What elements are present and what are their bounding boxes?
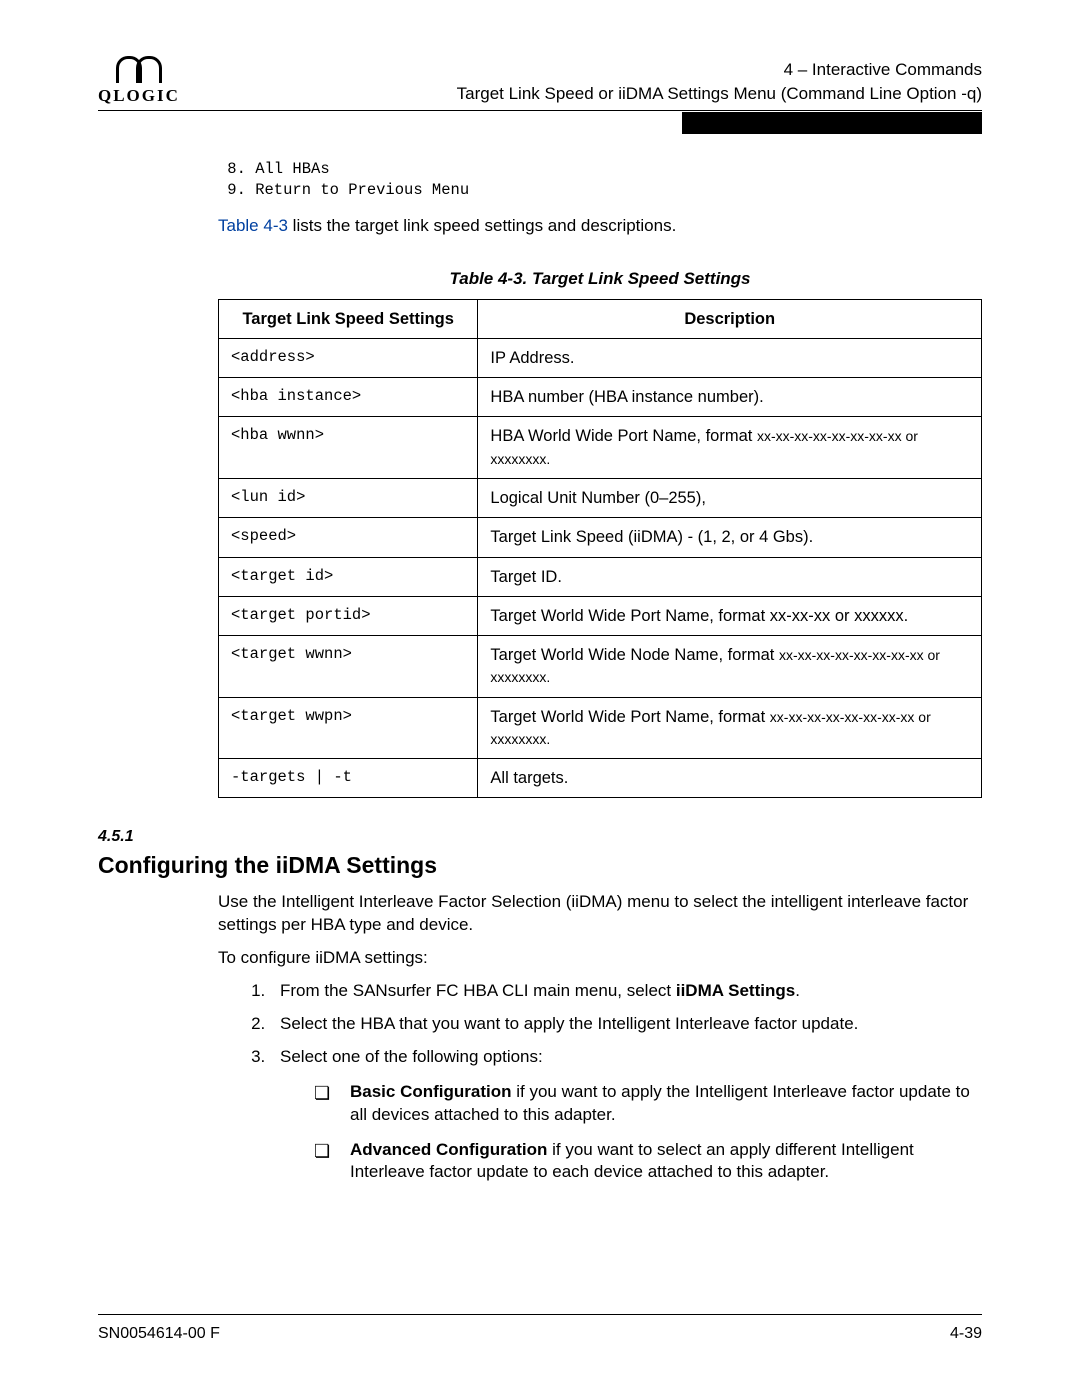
option-advanced: Advanced Configuration if you want to se… (314, 1139, 982, 1185)
table-title: Table 4-3. Target Link Speed Settings (218, 268, 982, 291)
page-header: QLOGIC 4 – Interactive Commands Target L… (98, 58, 982, 111)
section-para-2: To configure iiDMA settings: (218, 947, 982, 970)
qlogic-logo: QLOGIC (98, 56, 180, 108)
setting-cell: <lun id> (219, 478, 478, 517)
header-right: 4 – Interactive Commands Target Link Spe… (457, 58, 982, 106)
footer-left: SN0054614-00 F (98, 1323, 220, 1345)
table-row: <target id>Target ID. (219, 557, 982, 596)
description-cell: All targets. (478, 759, 982, 798)
options-list: Basic Configuration if you want to apply… (280, 1081, 982, 1185)
section-para-1: Use the Intelligent Interleave Factor Se… (218, 891, 982, 937)
setting-cell: <target wwpn> (219, 697, 478, 759)
logo-text: QLOGIC (98, 85, 180, 108)
table-row: <address>IP Address. (219, 338, 982, 377)
section-title: Configuring the iiDMA Settings (98, 850, 982, 881)
description-cell: Target Link Speed (iiDMA) - (1, 2, or 4 … (478, 518, 982, 557)
setting-cell: -targets | -t (219, 759, 478, 798)
steps-list: From the SANsurfer FC HBA CLI main menu,… (218, 980, 982, 1185)
description-cell: Logical Unit Number (0–255), (478, 478, 982, 517)
description-cell: IP Address. (478, 338, 982, 377)
table-header-settings: Target Link Speed Settings (219, 299, 478, 338)
header-tab (682, 112, 982, 134)
description-cell: Target World Wide Port Name, format xx-x… (478, 596, 982, 635)
section-number: 4.5.1 (98, 826, 982, 848)
description-cell: HBA number (HBA instance number). (478, 378, 982, 417)
page: QLOGIC 4 – Interactive Commands Target L… (0, 0, 1080, 1397)
menu-listing: 8. All HBAs 9. Return to Previous Menu (218, 159, 982, 201)
header-line-1: 4 – Interactive Commands (457, 58, 982, 82)
content-area: 8. All HBAs 9. Return to Previous Menu T… (218, 159, 982, 1184)
intro-paragraph: Table 4-3 lists the target link speed se… (218, 215, 982, 238)
description-cell: HBA World Wide Port Name, format xx-xx-x… (478, 417, 982, 479)
setting-cell: <target wwnn> (219, 636, 478, 698)
footer-right: 4-39 (950, 1323, 982, 1345)
table-header-row: Target Link Speed Settings Description (219, 299, 982, 338)
description-cell: Target World Wide Node Name, format xx-x… (478, 636, 982, 698)
intro-text: lists the target link speed settings and… (288, 216, 676, 235)
description-cell: Target ID. (478, 557, 982, 596)
option-basic: Basic Configuration if you want to apply… (314, 1081, 982, 1127)
setting-cell: <target id> (219, 557, 478, 596)
setting-cell: <target portid> (219, 596, 478, 635)
table-header-description: Description (478, 299, 982, 338)
logo-icon (116, 56, 162, 83)
table-row: <hba instance>HBA number (HBA instance n… (219, 378, 982, 417)
settings-table: Target Link Speed Settings Description <… (218, 299, 982, 799)
table-row: <target portid>Target World Wide Port Na… (219, 596, 982, 635)
table-reference-link[interactable]: Table 4-3 (218, 216, 288, 235)
setting-cell: <hba instance> (219, 378, 478, 417)
setting-cell: <address> (219, 338, 478, 377)
step-3: Select one of the following options: Bas… (270, 1046, 982, 1185)
step-2: Select the HBA that you want to apply th… (270, 1013, 982, 1036)
table-row: <target wwpn>Target World Wide Port Name… (219, 697, 982, 759)
table-row: <target wwnn>Target World Wide Node Name… (219, 636, 982, 698)
step-1: From the SANsurfer FC HBA CLI main menu,… (270, 980, 982, 1003)
table-row: <speed>Target Link Speed (iiDMA) - (1, 2… (219, 518, 982, 557)
page-footer: SN0054614-00 F 4-39 (98, 1314, 982, 1345)
description-cell: Target World Wide Port Name, format xx-x… (478, 697, 982, 759)
table-row: -targets | -tAll targets. (219, 759, 982, 798)
table-row: <hba wwnn>HBA World Wide Port Name, form… (219, 417, 982, 479)
header-line-2: Target Link Speed or iiDMA Settings Menu… (457, 82, 982, 106)
table-row: <lun id>Logical Unit Number (0–255), (219, 478, 982, 517)
setting-cell: <speed> (219, 518, 478, 557)
setting-cell: <hba wwnn> (219, 417, 478, 479)
